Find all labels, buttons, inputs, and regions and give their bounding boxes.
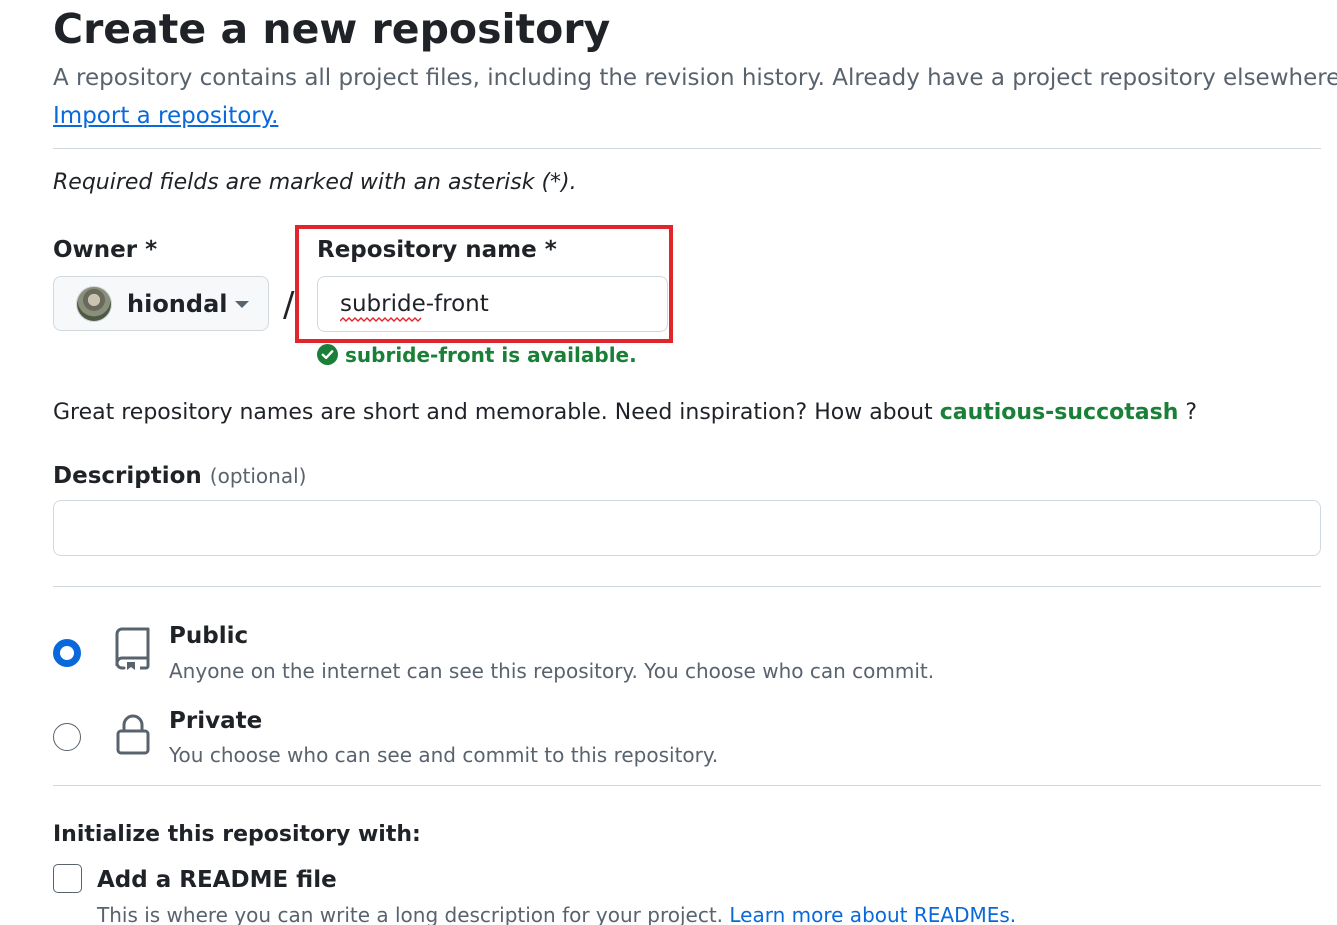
- suggestion-prefix: Great repository names are short and mem…: [53, 400, 933, 425]
- check-circle-fill-icon: [317, 344, 338, 365]
- create-repository-page: Create a new repository A repository con…: [0, 0, 1337, 925]
- readme-description-text: This is where you can write a long descr…: [97, 903, 724, 925]
- owner-name: hiondal: [127, 290, 228, 318]
- public-title: Public: [169, 623, 249, 649]
- divider: [53, 586, 1321, 587]
- description-label-text: Description: [53, 463, 202, 489]
- learn-more-readmes-link[interactable]: Learn more about READMEs.: [729, 903, 1016, 925]
- owner-select-button[interactable]: hiondal: [53, 276, 269, 331]
- suggested-repository-name[interactable]: cautious-succotash: [940, 400, 1179, 425]
- page-subtitle: A repository contains all project files,…: [53, 65, 1337, 91]
- private-title: Private: [169, 708, 263, 734]
- page-title: Create a new repository: [53, 5, 611, 53]
- initialize-heading: Initialize this repository with:: [53, 822, 421, 847]
- description-label: Description (optional): [53, 461, 306, 491]
- owner-label: Owner *: [53, 237, 158, 263]
- repo-icon: [115, 627, 150, 670]
- public-description: Anyone on the internet can see this repo…: [169, 659, 935, 683]
- private-radio[interactable]: [53, 723, 81, 751]
- divider: [53, 148, 1321, 149]
- add-readme-checkbox[interactable]: [53, 864, 82, 893]
- owner-repo-separator: /: [283, 285, 295, 325]
- private-description: You choose who can see and commit to thi…: [169, 743, 719, 767]
- public-radio[interactable]: [53, 639, 81, 667]
- caret-down-icon: [235, 301, 249, 308]
- lock-icon: [116, 714, 150, 755]
- repository-name-availability: subride-front is available.: [345, 343, 637, 367]
- name-suggestion-text: Great repository names are short and mem…: [53, 398, 1197, 428]
- divider: [53, 785, 1321, 786]
- import-repository-link[interactable]: Import a repository.: [53, 100, 278, 132]
- description-input[interactable]: [53, 500, 1321, 556]
- add-readme-label[interactable]: Add a README file: [97, 864, 337, 896]
- readme-description: This is where you can write a long descr…: [97, 901, 1016, 925]
- owner-avatar: [76, 286, 112, 322]
- required-fields-note: Required fields are marked with an aster…: [53, 170, 577, 195]
- repository-name-highlight: [295, 225, 673, 343]
- suggestion-suffix: ?: [1185, 400, 1198, 425]
- description-optional: (optional): [209, 464, 307, 488]
